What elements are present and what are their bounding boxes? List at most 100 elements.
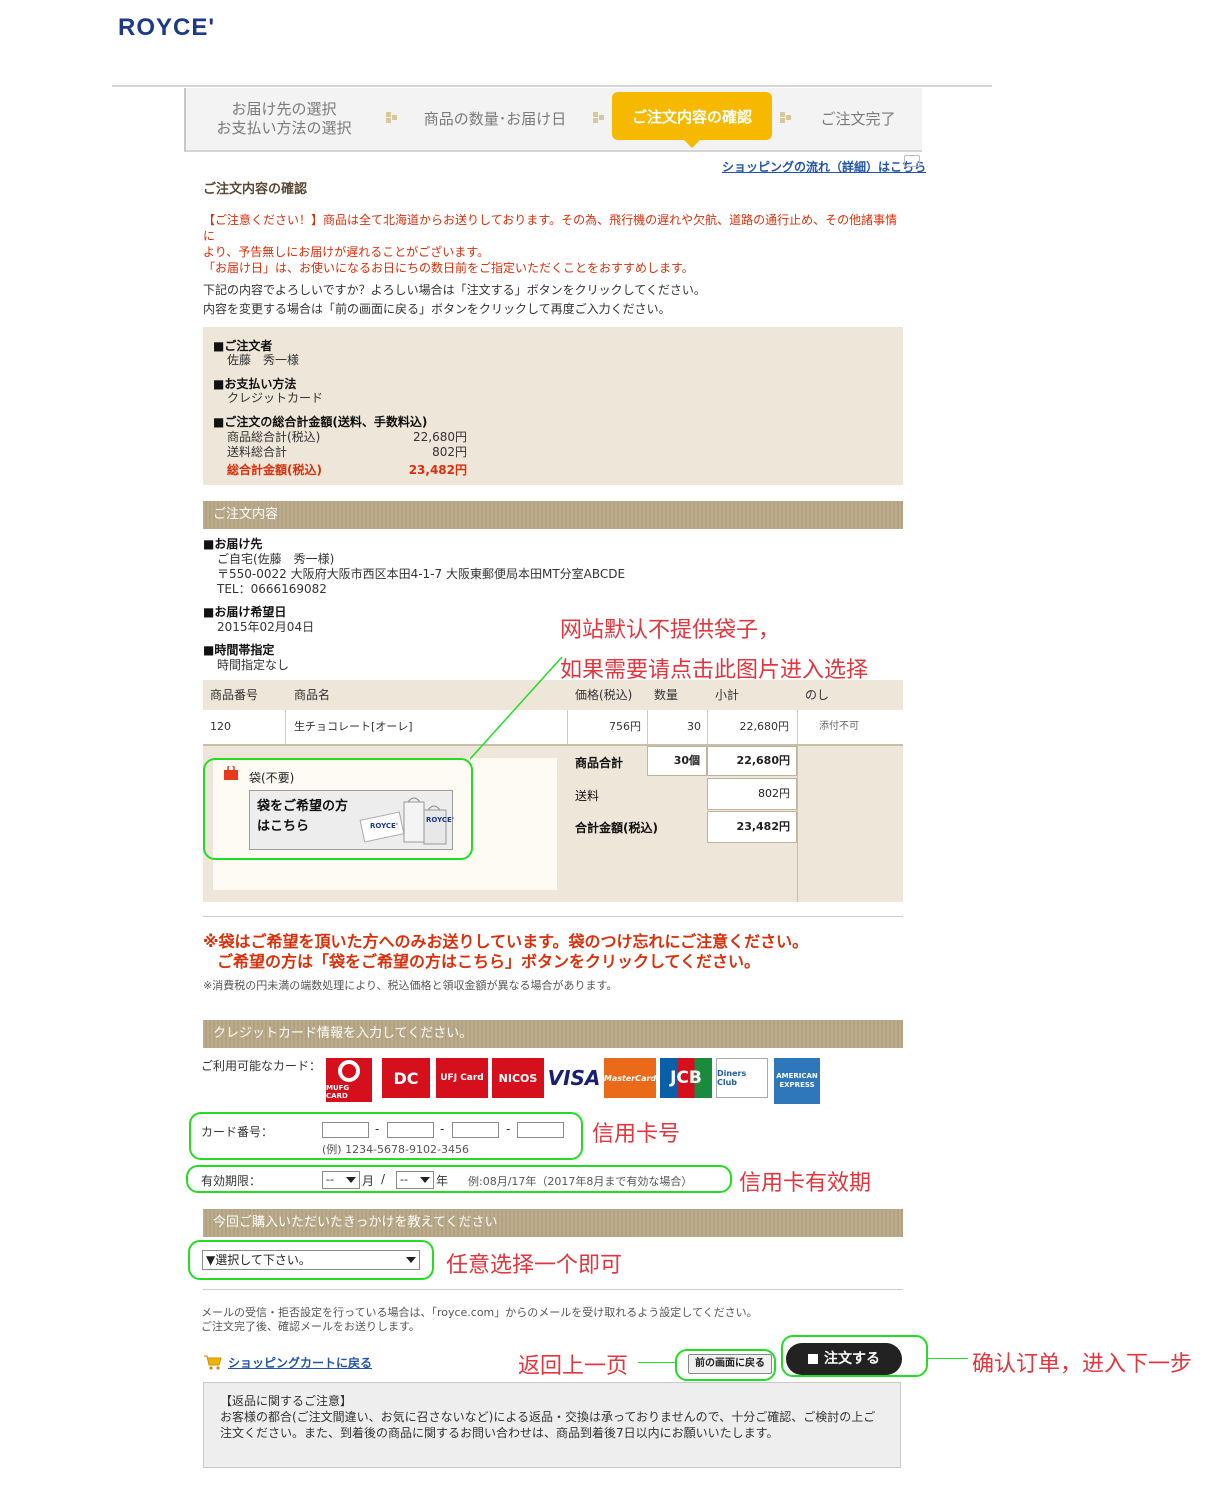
header-divider <box>112 85 992 87</box>
annotation-connector <box>638 1362 676 1363</box>
cell-divider <box>647 710 648 744</box>
goods-total-value: 22,680円 <box>707 746 797 776</box>
step-label: お届け先の選択 <box>231 100 337 118</box>
grand-total-value: 23,482円 <box>408 463 467 477</box>
survey-highlight <box>188 1240 434 1280</box>
amex-card-icon: AMERICAN EXPRESS <box>774 1058 820 1104</box>
instruction-line: 内容を変更する場合は「前の画面に戻る」ボタンをクリックして再度ご入力ください。 <box>203 302 671 316</box>
ufj-card-icon: UFJ Card <box>436 1058 488 1098</box>
bag-highlight <box>203 758 473 860</box>
available-cards-label: ご利用可能なカード： <box>201 1059 322 1073</box>
bag-note: ※袋はご希望を頂いた方へのみお送りしています。袋のつけ忘れにご注意ください。 ご… <box>203 932 903 972</box>
diners-club-icon: Diners Club <box>716 1058 768 1098</box>
mufg-card-icon: MUFG CARD <box>326 1058 372 1102</box>
page-title: ご注文内容の確認 <box>203 182 308 197</box>
product-subtotal: 22,680円 <box>739 720 790 733</box>
mail-note: メールの受信・拒否設定を行っている場合は、「royce.com」からのメールを受… <box>201 1306 758 1334</box>
section-divider <box>203 916 903 917</box>
shipping-total-label: 送料総合計 <box>227 445 288 459</box>
warning-line: より、予告無しにお届けが遅れることがございます。 <box>203 245 490 259</box>
confirm-instructions: 下記の内容でよろしいですか？よろしい場合は「注文する」ボタンをクリックしてくださ… <box>203 281 903 319</box>
step-address-payment: お届け先の選択 お支払い方法の選択 <box>186 88 382 150</box>
cell-divider <box>285 710 286 744</box>
step-confirm-active: ご注文内容の確認 <box>612 92 772 148</box>
step-arrow-icon <box>780 112 792 124</box>
table-grand-label: 合計金額(税込) <box>575 821 658 835</box>
instruction-line: 下記の内容でよろしいですか？よろしい場合は「注文する」ボタンをクリックしてくださ… <box>203 283 706 297</box>
order-highlight <box>781 1335 928 1377</box>
returns-line: 注文ください。また、到着後の商品に関するお問い合わせは、商品到着後7日以内にお願… <box>220 1426 779 1440</box>
postage-label: 送料 <box>575 789 600 803</box>
bag-note-line: ご希望の方は「袋をご希望の方はこちら」ボタンをクリックしてください。 <box>217 952 761 971</box>
table-divider <box>797 746 798 902</box>
returns-title: 【返品に関するご注意】 <box>220 1394 353 1408</box>
annotation-survey: 任意选择一个即可 <box>446 1253 623 1278</box>
order-summary-box: ■ご注文者 佐藤 秀一様 ■お支払い方法 クレジットカード ■ご注文の総合計金額… <box>203 327 903 485</box>
col-header-qty: 数量 <box>654 688 679 702</box>
product-qty: 30 <box>687 720 701 733</box>
mail-note-line: メールの受信・拒否設定を行っている場合は、「royce.com」からのメールを受… <box>201 1306 758 1319</box>
step-arrow-icon <box>593 112 605 124</box>
step-quantity-date: 商品の数量･お届け日 <box>423 109 567 128</box>
checkout-steps: お届け先の選択 お支払い方法の選択 商品の数量･お届け日 ご注文内容の確認 ご注… <box>184 88 922 152</box>
jcb-card-icon: JCB <box>660 1058 712 1098</box>
bag-note-line: ※袋はご希望を頂いた方へのみお送りしています。袋のつけ忘れにご注意ください。 <box>203 932 809 951</box>
dest-tel: TEL：0666169082 <box>217 582 327 596</box>
order-details-header: ご注文内容 <box>203 501 903 529</box>
orderer-name: 佐藤 秀一様 <box>227 353 300 367</box>
delivery-warning: 【ご注意ください！】商品は全て北海道からお送りしております。その為、飛行機の遅れ… <box>203 212 903 276</box>
product-price: 756円 <box>609 720 641 733</box>
nicos-card-icon: NICOS <box>492 1058 544 1098</box>
date-value: 2015年02月04日 <box>217 620 315 634</box>
survey-header: 今回ご購入いただいたきっかけを教えてください <box>203 1209 903 1237</box>
back-to-cart-link[interactable]: ショッピングカートに戻る <box>228 1354 372 1371</box>
speech-bubble-icon <box>904 155 920 167</box>
credit-card-header: クレジットカード情報を入力してください。 <box>203 1020 903 1048</box>
shipping-total-value: 802円 <box>432 445 467 459</box>
product-no: 120 <box>210 720 231 733</box>
royce-logo[interactable]: ROYCE' <box>118 14 215 42</box>
step-label: お支払い方法の選択 <box>216 119 352 137</box>
annotation-card-number: 信用卡号 <box>592 1122 681 1147</box>
annotation-pointer-line <box>470 656 563 760</box>
product-name: 生チョコレート[オーレ] <box>294 720 413 733</box>
annotation-bag-1: 网站默认不提供袋子， <box>560 618 781 643</box>
step-complete: ご注文完了 <box>820 109 896 128</box>
time-value: 時間指定なし <box>217 658 290 672</box>
returns-notice: 【返品に関するご注意】 お客様の都合(ご注文間違い、お気に召さないなど)による返… <box>203 1382 901 1468</box>
shopping-flow-link[interactable]: ショッピングの流れ（詳細）はこちら <box>722 158 926 175</box>
col-header-name: 商品名 <box>294 688 331 702</box>
col-header-subtotal: 小計 <box>715 688 740 702</box>
expiry-highlight <box>186 1165 732 1193</box>
dc-card-icon: DC <box>382 1058 430 1098</box>
annotation-bag-2: 如果需要请点击此图片进入选择 <box>560 658 869 683</box>
goods-total-label: 商品合計 <box>575 756 624 770</box>
warning-line: 「お届け日」は、お使いになるお日にちの数日前をご指定いただくことをおすすめします… <box>203 261 694 275</box>
annotation-expiry: 信用卡有效期 <box>739 1171 872 1196</box>
back-highlight <box>675 1349 776 1381</box>
step-arrow-icon <box>386 112 398 124</box>
section-divider <box>203 1289 903 1290</box>
warning-line: 【ご注意ください！】商品は全て北海道からお送りしております。その為、飛行機の遅れ… <box>203 213 898 243</box>
tax-note: ※消費税の円未満の端数処理により、税込価格と領収金額が異なる場合があります。 <box>203 979 618 992</box>
annotation-order: 确认订单，进入下一步 <box>972 1352 1193 1377</box>
mastercard-icon: MasterCard <box>604 1058 656 1098</box>
visa-card-icon: VISA <box>548 1058 600 1098</box>
col-header-no: 商品番号 <box>210 688 259 702</box>
col-header-price: 価格(税込) <box>575 688 633 702</box>
grand-total-label: 総合計金額(税込) <box>227 463 322 477</box>
table-grand-value: 23,482円 <box>707 811 797 843</box>
product-noshi: 添付不可 <box>819 721 859 732</box>
annotation-connector <box>928 1358 968 1359</box>
mail-note-line: ご注文完了後、確認メールをお送りします。 <box>201 1320 420 1333</box>
returns-line: お客様の都合(ご注文間違い、お気に召さないなど)による返品・交換は承っておりませ… <box>220 1410 876 1424</box>
postage-value: 802円 <box>707 778 797 810</box>
cell-divider <box>707 710 708 744</box>
col-header-noshi: のし <box>805 688 830 702</box>
card-number-highlight <box>189 1112 583 1160</box>
payment-value: クレジットカード <box>227 391 324 405</box>
goods-total-qty: 30個 <box>647 746 707 776</box>
cell-divider <box>797 710 798 744</box>
cart-icon <box>203 1354 223 1370</box>
annotation-back: 返回上一页 <box>518 1354 629 1379</box>
